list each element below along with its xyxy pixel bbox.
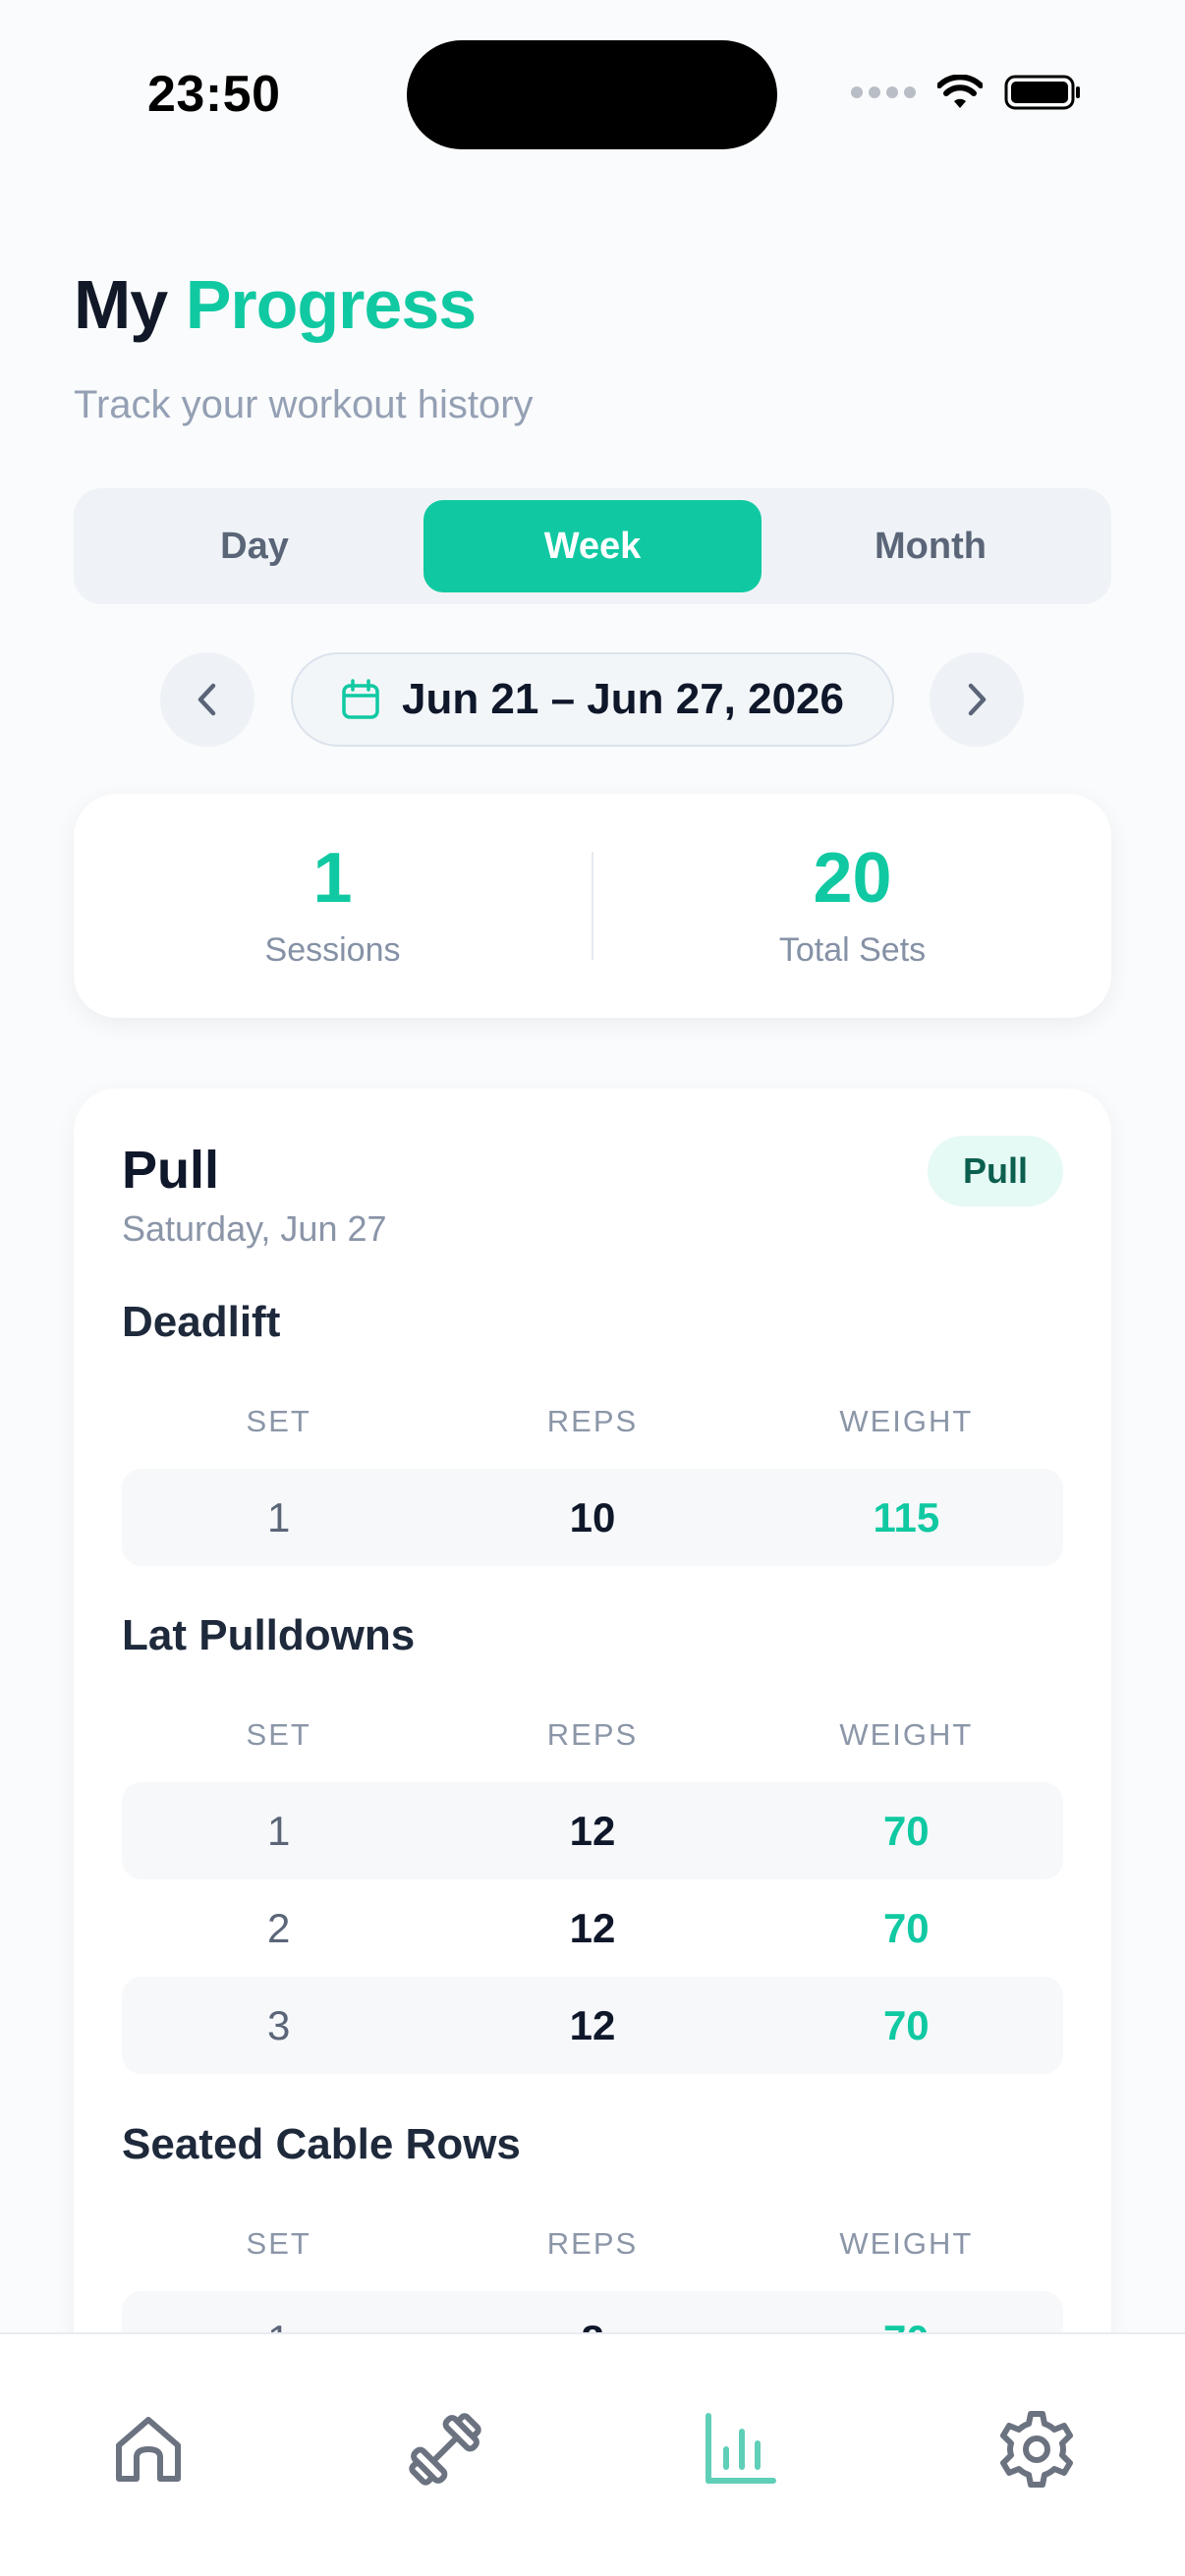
col-set: SET xyxy=(246,1404,311,1438)
exercise-block: Lat Pulldowns SET REPS WEIGHT 1 12 70 2 … xyxy=(122,1611,1063,2074)
next-range-button[interactable] xyxy=(930,652,1024,747)
calendar-icon xyxy=(342,679,379,719)
sets-table: 1 10 115 xyxy=(122,1469,1063,1566)
tab-month[interactable]: Month xyxy=(762,500,1100,592)
page-title: My Progress xyxy=(74,270,477,339)
session-card[interactable]: Pull Saturday, Jun 27 Pull Deadlift SET … xyxy=(74,1089,1111,2464)
session-date: Saturday, Jun 27 xyxy=(122,1208,387,1249)
sessions-stat: 1 Sessions xyxy=(74,843,592,970)
session-type-badge: Pull xyxy=(928,1136,1063,1206)
battery-icon xyxy=(1004,75,1080,110)
col-set: SET xyxy=(246,1717,311,1752)
dumbbell-icon xyxy=(409,2413,481,2486)
col-reps: REPS xyxy=(546,2226,639,2261)
col-reps: REPS xyxy=(546,1717,639,1752)
col-reps: REPS xyxy=(546,1404,639,1438)
set-number: 2 xyxy=(266,1904,291,1951)
exercise-block: Deadlift SET REPS WEIGHT 1 10 115 xyxy=(122,1298,1063,1566)
session-title: Pull xyxy=(122,1141,220,1200)
sessions-label: Sessions xyxy=(264,930,401,969)
table-row: 2 12 70 xyxy=(122,1879,1063,1977)
set-number: 3 xyxy=(266,2001,291,2048)
total-sets-count: 20 xyxy=(813,838,892,918)
col-weight: WEIGHT xyxy=(839,2226,974,2261)
tab-home[interactable] xyxy=(104,2405,193,2493)
exercise-name: Seated Cable Rows xyxy=(122,2120,521,2168)
reps-value: 12 xyxy=(569,2001,616,2048)
weight-value: 70 xyxy=(882,1807,930,1854)
home-icon xyxy=(116,2417,181,2482)
table-row: 3 12 70 xyxy=(122,1977,1063,2074)
total-sets-label: Total Sets xyxy=(778,930,927,969)
tab-day[interactable]: Day xyxy=(85,500,423,592)
dynamic-island xyxy=(407,40,777,149)
sets-table-header: SET REPS WEIGHT xyxy=(122,1717,1063,1757)
sets-table-header: SET REPS WEIGHT xyxy=(122,1404,1063,1443)
set-number: 1 xyxy=(266,1807,291,1854)
exercise-name: Deadlift xyxy=(122,1298,281,1346)
weight-value: 70 xyxy=(882,2001,930,2048)
sessions-count: 1 xyxy=(312,838,353,918)
bar-chart-icon xyxy=(705,2413,776,2484)
set-number: 1 xyxy=(266,1493,291,1540)
reps-value: 10 xyxy=(569,1493,616,1540)
cellular-signal-icon xyxy=(851,86,916,98)
gear-icon xyxy=(1000,2411,1073,2488)
page-subtitle: Track your workout history xyxy=(74,383,534,426)
col-weight: WEIGHT xyxy=(839,1404,974,1438)
bottom-tab-bar xyxy=(0,2332,1185,2576)
table-row: 1 10 115 xyxy=(122,1469,1063,1566)
range-segmented-control: Day Week Month xyxy=(74,488,1111,604)
tab-progress[interactable] xyxy=(696,2405,784,2493)
date-range-picker[interactable]: Jun 21 – Jun 27, 2026 xyxy=(291,652,894,747)
status-time: 23:50 xyxy=(147,66,281,123)
title-accent: Progress xyxy=(185,266,477,343)
col-weight: WEIGHT xyxy=(839,1717,974,1752)
chevron-left-icon xyxy=(198,683,216,716)
sets-table: 1 12 70 2 12 70 3 12 70 xyxy=(122,1782,1063,2074)
sets-table-header: SET REPS WEIGHT xyxy=(122,2226,1063,2266)
title-prefix: My xyxy=(74,266,168,343)
tab-settings[interactable] xyxy=(992,2405,1081,2493)
wifi-icon xyxy=(937,75,983,108)
weight-value: 115 xyxy=(873,1493,940,1540)
summary-card: 1 Sessions 20 Total Sets xyxy=(74,794,1111,1018)
date-range-label: Jun 21 – Jun 27, 2026 xyxy=(401,675,845,723)
prev-range-button[interactable] xyxy=(160,652,254,747)
status-bar: 23:50 xyxy=(0,0,1185,187)
chevron-right-icon xyxy=(968,683,987,716)
status-icons xyxy=(851,73,1083,112)
col-set: SET xyxy=(246,2226,311,2261)
weight-value: 70 xyxy=(882,1904,930,1951)
table-row: 1 12 70 xyxy=(122,1782,1063,1879)
reps-value: 12 xyxy=(569,1904,616,1951)
total-sets-stat: 20 Total Sets xyxy=(593,843,1111,970)
tab-workouts[interactable] xyxy=(401,2405,489,2493)
reps-value: 12 xyxy=(569,1807,616,1854)
tab-week[interactable]: Week xyxy=(423,500,762,592)
exercise-name: Lat Pulldowns xyxy=(122,1611,416,1659)
